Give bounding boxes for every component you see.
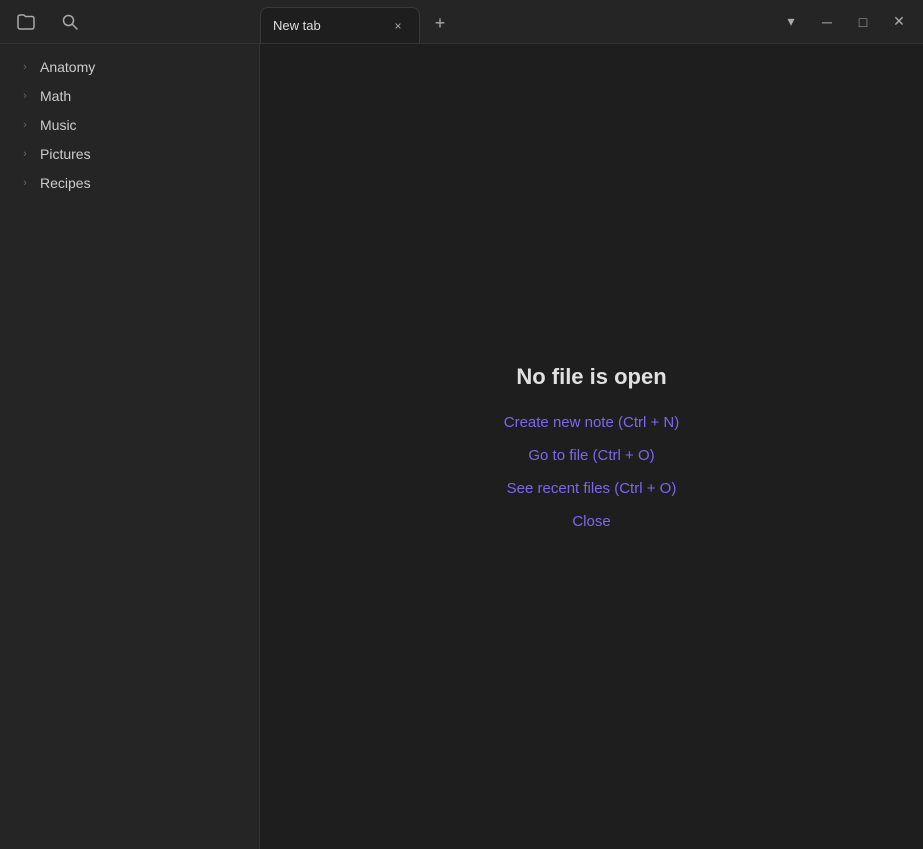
search-icon[interactable] — [56, 8, 84, 36]
chevron-right-icon: › — [18, 119, 32, 131]
chevron-right-icon: › — [18, 177, 32, 189]
content-area: No file is open Create new note (Ctrl + … — [260, 44, 923, 849]
sidebar-item-recipes[interactable]: › Recipes — [6, 169, 253, 197]
sidebar-item-label: Math — [40, 88, 71, 104]
tab-label: New tab — [273, 18, 381, 33]
go-to-file-link[interactable]: Go to file (Ctrl + O) — [528, 447, 654, 464]
close-button[interactable]: ✕ — [883, 6, 915, 38]
new-tab-button[interactable]: + — [424, 8, 456, 40]
sidebar-item-pictures[interactable]: › Pictures — [6, 140, 253, 168]
sidebar-item-music[interactable]: › Music — [6, 111, 253, 139]
sidebar-item-label: Music — [40, 117, 77, 133]
sidebar-item-label: Anatomy — [40, 59, 95, 75]
window-controls: ▾ ─ □ ✕ — [775, 6, 923, 38]
dropdown-button[interactable]: ▾ — [775, 6, 807, 38]
tab-close-button[interactable]: × — [389, 17, 407, 35]
no-file-title: No file is open — [516, 364, 666, 390]
sidebar-item-math[interactable]: › Math — [6, 82, 253, 110]
title-bar-left — [0, 8, 260, 36]
close-link[interactable]: Close — [572, 513, 610, 530]
minimize-button[interactable]: ─ — [811, 6, 843, 38]
sidebar-item-label: Pictures — [40, 146, 91, 162]
maximize-button[interactable]: □ — [847, 6, 879, 38]
create-new-note-link[interactable]: Create new note (Ctrl + N) — [504, 414, 679, 431]
chevron-right-icon: › — [18, 90, 32, 102]
chevron-right-icon: › — [18, 61, 32, 73]
main-layout: › Anatomy › Math › Music › Pictures › Recipes No … — [0, 44, 923, 849]
sidebar-item-label: Recipes — [40, 175, 91, 191]
title-bar: New tab × + ▾ ─ □ ✕ — [0, 0, 923, 44]
sidebar: › Anatomy › Math › Music › Pictures › Recipes — [0, 44, 260, 849]
tabs-area: New tab × + — [260, 0, 775, 43]
sidebar-item-anatomy[interactable]: › Anatomy — [6, 53, 253, 81]
see-recent-files-link[interactable]: See recent files (Ctrl + O) — [507, 480, 677, 497]
folder-icon[interactable] — [12, 8, 40, 36]
tab-new[interactable]: New tab × — [260, 7, 420, 43]
chevron-right-icon: › — [18, 148, 32, 160]
no-file-container: No file is open Create new note (Ctrl + … — [504, 364, 679, 530]
